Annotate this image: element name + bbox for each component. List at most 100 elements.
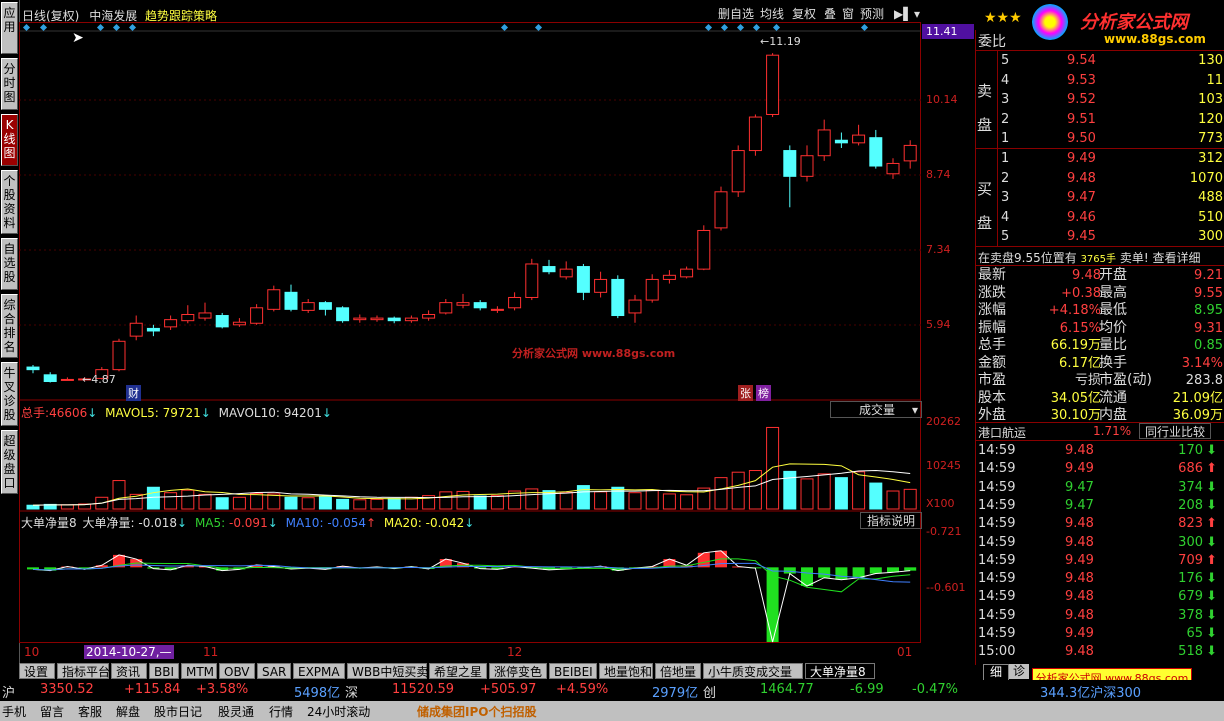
menu-item[interactable]: 解盘 xyxy=(116,703,140,720)
tick-volume: 300 xyxy=(1178,534,1203,550)
indicator-tab[interactable]: EXPMA xyxy=(293,663,345,679)
buy-level-row[interactable]: 3 9.47 488 xyxy=(975,188,1223,207)
remove-watchlist-button[interactable]: 删自选 xyxy=(716,6,756,22)
window-button[interactable]: 窗 xyxy=(840,6,856,22)
tick-row[interactable]: 14:59 9.47 208 ⬇ xyxy=(975,496,1217,515)
sz-index[interactable]: 11520.59 xyxy=(392,682,454,697)
ranking-marker[interactable]: 榜 xyxy=(756,385,771,401)
indicator-tab[interactable]: 设置 xyxy=(19,663,55,679)
volume-bar xyxy=(112,480,126,510)
sell-level-row[interactable]: 3 9.52 103 xyxy=(975,90,1223,109)
indicator-tab[interactable]: 地量饱和 xyxy=(599,663,653,679)
view-detail-link[interactable]: 查看详细 xyxy=(1152,251,1200,265)
indicator-tab[interactable]: 资讯 xyxy=(111,663,147,679)
vol-value: 46606 xyxy=(49,406,88,420)
menu-item[interactable]: 客服 xyxy=(78,703,102,720)
indicator-tab[interactable]: MTM xyxy=(181,663,217,679)
stat-row[interactable]: 外盘 30.10万 内盘 36.09万 xyxy=(975,406,1223,425)
signal-diamond-icon xyxy=(500,23,509,32)
indicator-tab[interactable]: 小牛质变成交量 xyxy=(703,663,803,679)
indicator-tab[interactable]: 涨停变色 xyxy=(489,663,547,679)
adjust-button[interactable]: 复权 xyxy=(790,6,818,22)
tab-intraday[interactable]: 分时图 xyxy=(1,58,18,110)
tab-detail[interactable]: 细 xyxy=(983,664,1009,681)
sell-level-row[interactable]: 1 9.50 773 xyxy=(975,129,1223,148)
indicator-tab[interactable]: BBI xyxy=(149,663,179,679)
volume-indicator-select[interactable]: 成交量 ▾ xyxy=(830,401,922,418)
stat-row[interactable]: 金额 6.17亿 换手 3.14% xyxy=(975,354,1223,373)
tick-row[interactable]: 14:59 9.47 374 ⬇ xyxy=(975,478,1217,497)
tick-row[interactable]: 14:59 9.49 65 ⬇ xyxy=(975,624,1217,643)
tab-diagnose[interactable]: 牛叉诊股 xyxy=(1,362,18,426)
kline-chart-area[interactable] xyxy=(19,22,975,648)
stat-value: 9.48 xyxy=(1072,268,1101,283)
tab-kline[interactable]: K线图 xyxy=(1,114,18,166)
tab-diagnose-small[interactable]: 诊 xyxy=(1009,664,1029,679)
stat-row[interactable]: 振幅 6.15% 均价 9.31 xyxy=(975,319,1223,338)
indicator-help-button[interactable]: 指标说明 xyxy=(860,512,922,529)
stat-row[interactable]: 股本 34.05亿 流通 21.09亿 xyxy=(975,389,1223,408)
stat-row[interactable]: 涨幅 +4.18% 最低 8.95 xyxy=(975,301,1223,320)
stat-row[interactable]: 最新 9.48 开盘 9.21 xyxy=(975,266,1223,285)
bigorder-label: 大单净量 xyxy=(82,516,131,530)
stat-row[interactable]: 市盈 亏损 市盈(动) 283.8 xyxy=(975,371,1223,390)
indicator-tab[interactable]: WBB中短买卖 xyxy=(347,663,428,679)
sell-level-row[interactable]: 5 9.54 130 xyxy=(975,51,1223,70)
indicator-tab[interactable]: 大单净量8 xyxy=(805,663,875,679)
menu-item[interactable]: 24小时滚动 xyxy=(307,703,370,720)
ma-button[interactable]: 均线 xyxy=(758,6,786,22)
overlay-button[interactable]: 叠 xyxy=(822,6,838,22)
finance-marker[interactable]: 财 xyxy=(126,385,141,401)
tick-row[interactable]: 14:59 9.49 709 ⬆ xyxy=(975,551,1217,570)
indicator-tab[interactable]: BEIBEI xyxy=(549,663,597,679)
menu-item[interactable]: 股灵通 xyxy=(218,703,254,720)
tick-row[interactable]: 14:59 9.49 686 ⬆ xyxy=(975,459,1217,478)
tab-stock-info[interactable]: 个股资料 xyxy=(1,170,18,234)
sell-price: 9.50 xyxy=(1067,131,1096,146)
buy-level-row[interactable]: 1 9.49 312 xyxy=(975,149,1223,168)
news-ticker[interactable]: 储成集团IPO个扫招股 xyxy=(417,703,536,720)
bigorder-value: -0.018 xyxy=(138,516,178,530)
buy-level-row[interactable]: 4 9.46 510 xyxy=(975,208,1223,227)
buy-level-row[interactable]: 2 9.48 1070 xyxy=(975,169,1223,188)
indicator-tab[interactable]: OBV xyxy=(219,663,255,679)
sh-index[interactable]: 3350.52 xyxy=(40,682,94,697)
indicator-tab[interactable]: 倍地量 xyxy=(655,663,701,679)
strategy-name[interactable]: 趋势跟踪策略 xyxy=(145,9,217,23)
sell-level-row[interactable]: 2 9.51 120 xyxy=(975,110,1223,129)
menu-item[interactable]: 行情 xyxy=(269,703,293,720)
forecast-button[interactable]: 预测 xyxy=(858,6,886,22)
arrow-down-icon: ⬇ xyxy=(1206,626,1217,641)
indicator-tab[interactable]: 指标平台 xyxy=(57,663,110,679)
menu-item[interactable]: 股市日记 xyxy=(154,703,202,720)
limit-up-marker[interactable]: 张 xyxy=(738,385,753,401)
tab-ranking[interactable]: 综合排名 xyxy=(1,294,18,358)
cy-index[interactable]: 1464.77 xyxy=(760,682,814,697)
menu-item[interactable]: 手机 xyxy=(2,703,26,720)
tick-row[interactable]: 14:59 9.48 170 ⬇ xyxy=(975,441,1217,460)
period-label[interactable]: 日线(复权) xyxy=(22,9,79,23)
tick-row[interactable]: 14:59 9.48 679 ⬇ xyxy=(975,587,1217,606)
stat-row[interactable]: 涨跌 +0.38 最高 9.55 xyxy=(975,284,1223,303)
tick-row[interactable]: 14:59 9.48 300 ⬇ xyxy=(975,533,1217,552)
tick-price: 9.48 xyxy=(1065,443,1094,458)
industry-compare-button[interactable]: 同行业比较 xyxy=(1139,423,1211,439)
stat-row[interactable]: 总手 66.19万 量比 0.85 xyxy=(975,336,1223,355)
buy-level-row[interactable]: 5 9.45 300 xyxy=(975,227,1223,246)
stat-label: 金额 xyxy=(978,354,1006,371)
tick-row[interactable]: 14:59 9.48 378 ⬇ xyxy=(975,606,1217,625)
dropdown-icon[interactable]: ▾ xyxy=(912,6,922,22)
tab-watchlist[interactable]: 自选股 xyxy=(1,238,18,290)
alert-line[interactable]: 在卖盘9.55位置有 3765手 卖单! 查看详细 xyxy=(978,249,1201,266)
signal-diamond-icon xyxy=(772,23,781,32)
sell-level-row[interactable]: 4 9.53 11 xyxy=(975,71,1223,90)
tick-row[interactable]: 14:59 9.48 823 ⬆ xyxy=(975,514,1217,533)
tick-row[interactable]: 14:59 9.48 176 ⬇ xyxy=(975,569,1217,588)
tick-row[interactable]: 15:00 9.48 518 ⬇ xyxy=(975,642,1217,661)
tab-super-quote[interactable]: 超级盘口 xyxy=(1,430,18,494)
menu-item[interactable]: 留言 xyxy=(40,703,64,720)
tab-apps[interactable]: 应用 xyxy=(1,2,18,54)
indicator-tab[interactable]: 希望之星 xyxy=(429,663,487,679)
indicator-tab[interactable]: SAR xyxy=(257,663,291,679)
tick-price: 9.48 xyxy=(1065,534,1094,550)
